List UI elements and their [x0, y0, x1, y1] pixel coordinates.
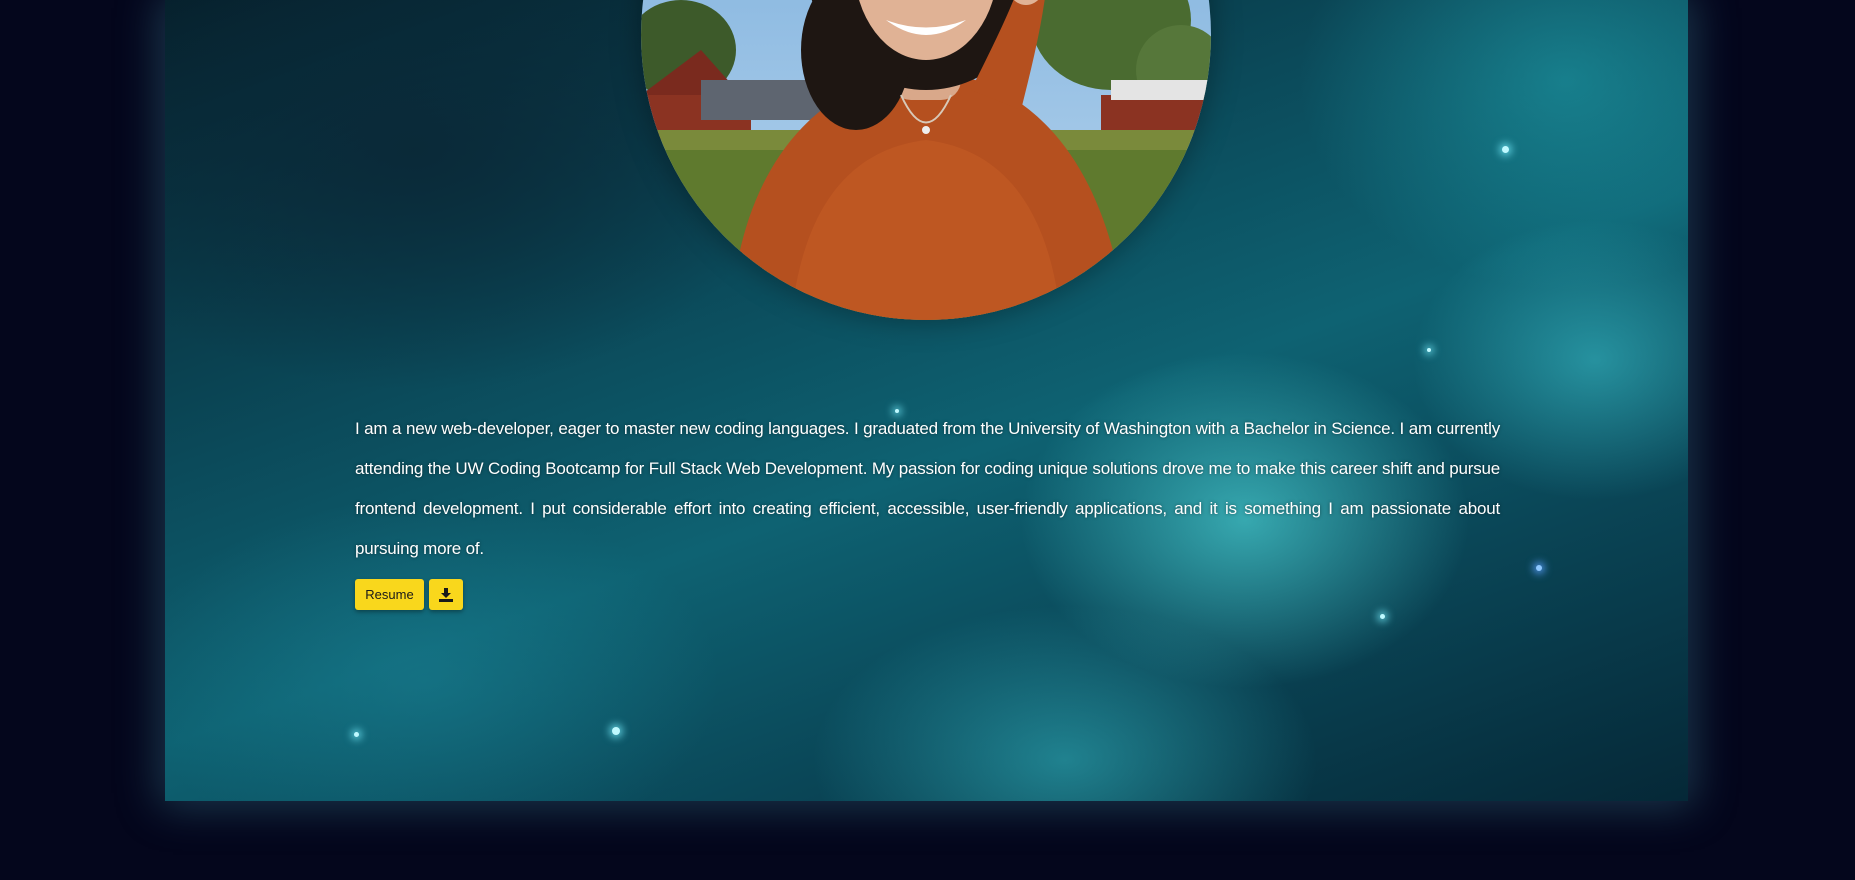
star-decoration	[612, 727, 620, 735]
star-decoration	[1380, 614, 1385, 619]
star-decoration	[354, 732, 359, 737]
star-decoration	[1427, 348, 1431, 352]
profile-photo	[641, 0, 1211, 320]
resume-button[interactable]: Resume	[355, 579, 424, 610]
star-decoration	[1536, 565, 1542, 571]
download-icon	[439, 587, 453, 602]
star-decoration	[1502, 146, 1509, 153]
page: I am a new web-developer, eager to maste…	[0, 0, 1855, 880]
about-section: I am a new web-developer, eager to maste…	[165, 0, 1688, 801]
resume-button-group: Resume	[355, 579, 463, 610]
about-bio-text: I am a new web-developer, eager to maste…	[355, 419, 1500, 558]
download-resume-button[interactable]	[429, 579, 463, 610]
profile-photo-illustration	[641, 0, 1211, 320]
